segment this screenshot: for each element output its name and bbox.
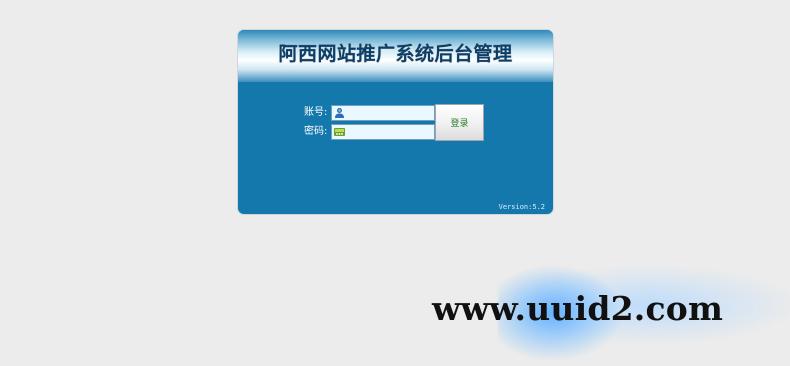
watermark-text: www.uuid2.com bbox=[432, 289, 724, 328]
login-panel: 阿西网站推广系统后台管理 账号: 密码: 登录 Version:5.2 bbox=[238, 30, 553, 214]
page-title: 阿西网站推广系统后台管理 bbox=[278, 43, 513, 65]
login-page: 阿西网站推广系统后台管理 账号: 密码: 登录 Version:5.2 www.… bbox=[0, 0, 790, 366]
key-icon bbox=[334, 128, 345, 136]
password-field-wrap[interactable] bbox=[331, 124, 435, 140]
username-input[interactable] bbox=[346, 107, 434, 119]
panel-header: 阿西网站推广系统后台管理 bbox=[238, 30, 553, 82]
password-input[interactable] bbox=[346, 126, 434, 138]
password-label: 密码: bbox=[304, 126, 328, 137]
version-label: Version:5.2 bbox=[498, 203, 545, 211]
user-icon bbox=[335, 108, 344, 118]
username-field-wrap[interactable] bbox=[331, 105, 435, 121]
login-button[interactable]: 登录 bbox=[435, 104, 484, 141]
username-label: 账号: bbox=[304, 107, 328, 118]
